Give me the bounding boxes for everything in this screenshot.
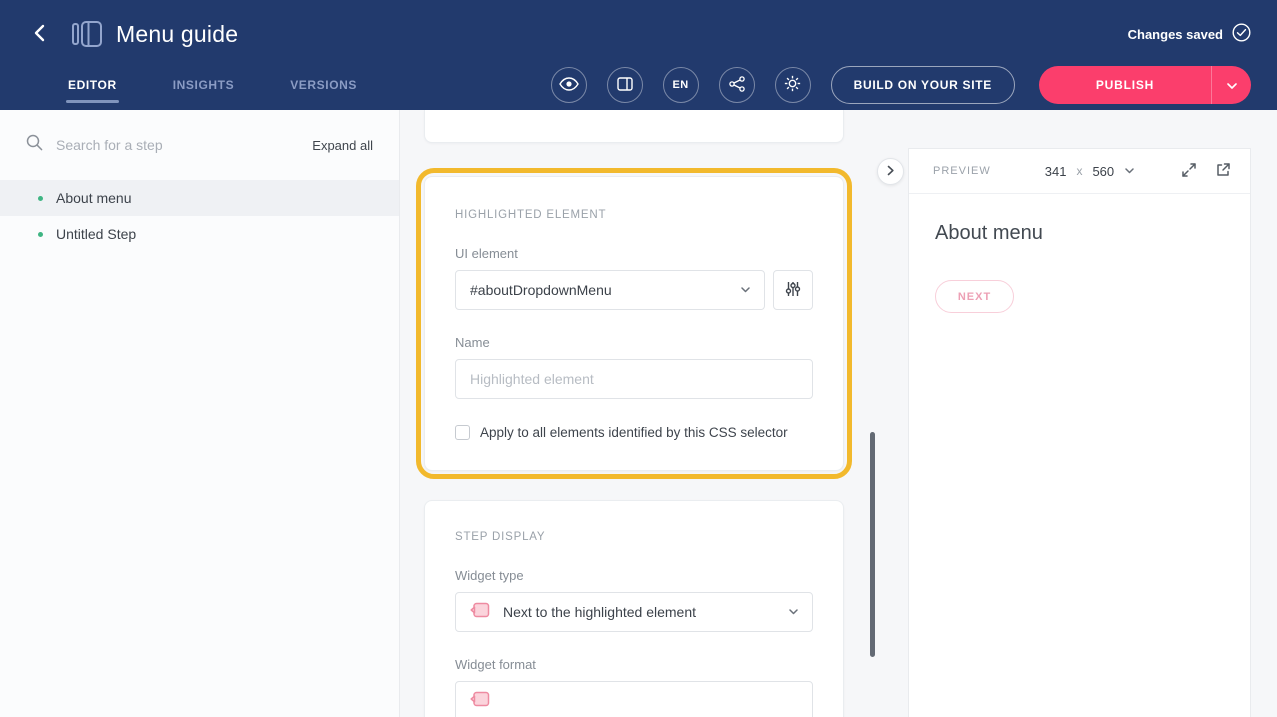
publish-dropdown-button[interactable] [1211, 66, 1251, 104]
chevron-right-icon [887, 164, 894, 179]
expand-all-button[interactable]: Expand all [312, 138, 373, 153]
chevron-down-icon [789, 609, 798, 615]
step-display-card: STEP DISPLAY Widget type Next to the hig… [424, 500, 844, 717]
preview-title: PREVIEW [933, 165, 991, 177]
preview-open-external-button[interactable] [1208, 156, 1238, 186]
chevron-down-icon [1125, 168, 1134, 174]
widget-tooltip-icon [470, 691, 490, 712]
card-above-partial [424, 110, 844, 143]
preview-width-value: 341 [1045, 164, 1067, 179]
preview-next-button[interactable]: NEXT [935, 280, 1014, 313]
widget-tooltip-icon [470, 602, 490, 623]
language-label: EN [672, 79, 688, 91]
sliders-icon [784, 280, 802, 301]
widget-type-value: Next to the highlighted element [503, 604, 696, 620]
step-label: About menu [56, 190, 132, 206]
selector-settings-button[interactable] [773, 270, 813, 310]
name-label: Name [455, 335, 813, 350]
build-on-your-site-button[interactable]: BUILD ON YOUR SITE [831, 66, 1015, 104]
settings-button[interactable] [775, 67, 811, 103]
element-name-input[interactable] [455, 359, 813, 399]
step-list: About menu Untitled Step [0, 180, 399, 252]
step-status-dot [38, 196, 43, 201]
layout-icon [617, 77, 633, 94]
preview-step-title: About menu [935, 222, 1224, 245]
collapse-preview-button[interactable] [877, 158, 904, 185]
guide-logo-icon [72, 21, 102, 47]
publish-button[interactable]: PUBLISH [1039, 66, 1211, 104]
chevron-down-icon [1227, 78, 1237, 93]
ui-element-label: UI element [455, 246, 813, 261]
step-item-untitled-step[interactable]: Untitled Step [0, 216, 399, 252]
search-step-input[interactable] [56, 137, 299, 153]
step-status-dot [38, 232, 43, 237]
layout-button[interactable] [607, 67, 643, 103]
preview-panel: PREVIEW 341 x 560 [908, 148, 1251, 717]
editor-scrollbar-thumb[interactable] [870, 432, 875, 657]
search-icon [26, 134, 43, 156]
chevron-down-icon [741, 287, 750, 293]
ui-element-value: #aboutDropdownMenu [470, 282, 612, 298]
check-circle-icon [1232, 23, 1251, 45]
expand-icon [1181, 162, 1197, 181]
section-title: HIGHLIGHTED ELEMENT [455, 209, 813, 221]
preview-header: PREVIEW 341 x 560 [909, 149, 1250, 194]
navbar-tabs-row: EDITOR INSIGHTS VERSIONS EN [0, 60, 1277, 110]
back-button[interactable] [26, 21, 52, 47]
preview-eye-button[interactable] [551, 67, 587, 103]
widget-format-select[interactable] [455, 681, 813, 717]
share-icon [729, 76, 745, 95]
share-button[interactable] [719, 67, 755, 103]
preview-fullscreen-button[interactable] [1174, 156, 1204, 186]
navbar-actions: EN [551, 66, 1251, 104]
tab-editor[interactable]: EDITOR [68, 78, 117, 92]
step-editor-panel: HIGHLIGHTED ELEMENT UI element #aboutDro… [401, 110, 877, 717]
page-title: Menu guide [116, 21, 238, 48]
navbar-title-row: Menu guide Changes saved [0, 0, 1277, 60]
apply-all-row: Apply to all elements identified by this… [455, 425, 813, 440]
preview-size-dropdown[interactable]: 341 x 560 [1045, 164, 1134, 179]
external-link-icon [1215, 162, 1231, 181]
preview-size-separator: x [1076, 164, 1082, 178]
widget-format-label: Widget format [455, 657, 813, 672]
tab-insights[interactable]: INSIGHTS [173, 78, 234, 92]
highlighted-element-card: HIGHLIGHTED ELEMENT UI element #aboutDro… [424, 176, 844, 471]
widget-type-label: Widget type [455, 568, 813, 583]
top-navbar: Menu guide Changes saved EDITOR INSIGHTS… [0, 0, 1277, 110]
language-button[interactable]: EN [663, 67, 699, 103]
widget-type-select[interactable]: Next to the highlighted element [455, 592, 813, 632]
apply-all-label: Apply to all elements identified by this… [480, 425, 788, 440]
changes-saved-label: Changes saved [1128, 27, 1223, 42]
tab-versions[interactable]: VERSIONS [290, 78, 357, 92]
highlighted-card-focus-ring: HIGHLIGHTED ELEMENT UI element #aboutDro… [416, 168, 852, 479]
preview-content: About menu NEXT [909, 194, 1250, 341]
steps-sidebar: Expand all About menu Untitled Step [0, 110, 400, 717]
changes-saved-status: Changes saved [1128, 23, 1251, 45]
step-search-row: Expand all [26, 134, 373, 156]
apply-all-checkbox[interactable] [455, 425, 470, 440]
step-label: Untitled Step [56, 226, 136, 242]
app-window: Menu guide Changes saved EDITOR INSIGHTS… [0, 0, 1277, 717]
step-item-about-menu[interactable]: About menu [0, 180, 399, 216]
section-title: STEP DISPLAY [455, 531, 813, 543]
publish-split-button: PUBLISH [1039, 66, 1251, 104]
ui-element-select[interactable]: #aboutDropdownMenu [455, 270, 765, 310]
preview-actions [1170, 156, 1238, 186]
chevron-left-icon [34, 24, 45, 45]
eye-icon [559, 77, 579, 94]
preview-height-value: 560 [1092, 164, 1114, 179]
gear-icon [784, 75, 801, 95]
